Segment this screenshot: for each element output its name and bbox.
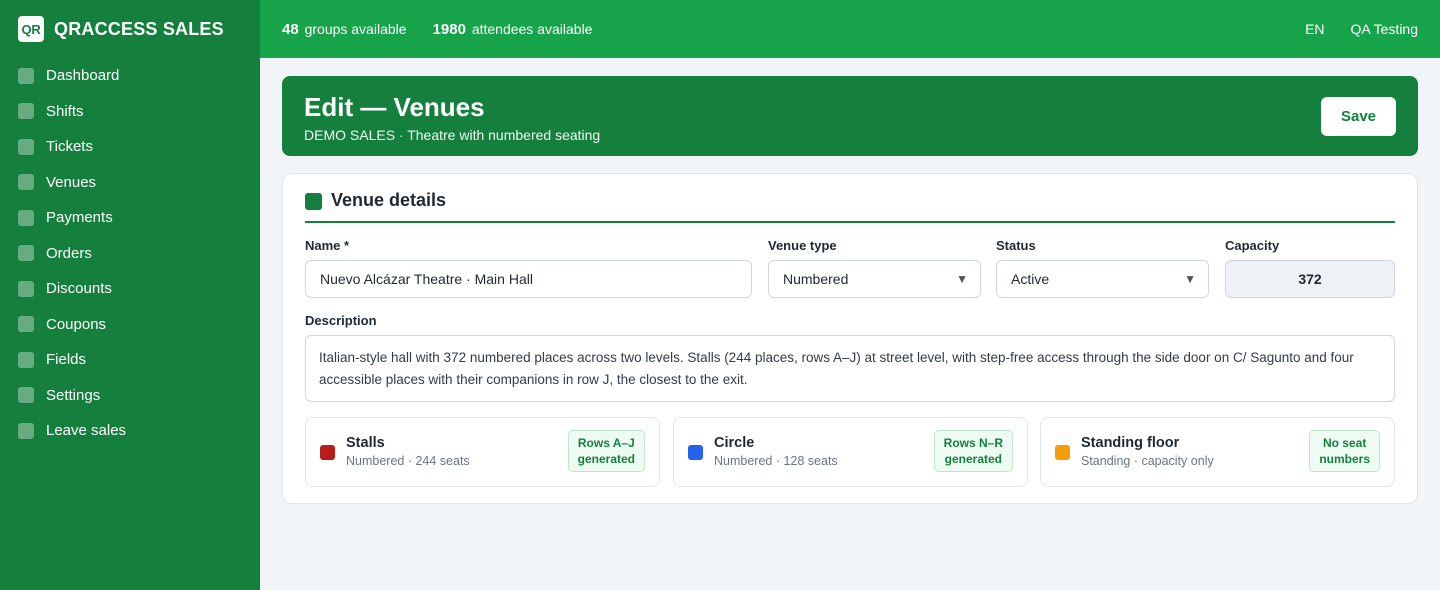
zone-status-badge: No seat numbers bbox=[1309, 430, 1380, 472]
badge-line: generated bbox=[577, 452, 635, 466]
chevron-down-icon: ▼ bbox=[956, 272, 968, 286]
sidebar-item-dashboard[interactable]: Dashboard bbox=[0, 58, 260, 94]
attendees-count: 1980 bbox=[432, 20, 466, 38]
page-title: Edit — Venues bbox=[304, 92, 485, 122]
zone-meta: Numbered · 244 seats bbox=[346, 454, 470, 468]
venue-type-field-group: Venue type Numbered ▼ bbox=[768, 238, 981, 298]
zone-meta: Standing · capacity only bbox=[1081, 454, 1214, 468]
sidebar-item-label: Discounts bbox=[46, 280, 112, 298]
discounts-icon bbox=[18, 280, 34, 297]
topbar: 48 groups available 1980 attendees avail… bbox=[260, 0, 1440, 58]
sidebar-item-label: Payments bbox=[46, 209, 113, 227]
sidebar-item-label: Settings bbox=[46, 386, 101, 404]
badge-line: numbers bbox=[1319, 452, 1370, 466]
user-menu[interactable]: QA Testing bbox=[1351, 21, 1418, 37]
brand[interactable]: QR QRACCESS SALES bbox=[0, 0, 260, 58]
badge-line: generated bbox=[944, 452, 1002, 466]
sidebar-item-label: Orders bbox=[46, 244, 92, 262]
section-title: Venue details bbox=[331, 190, 447, 210]
description-field-group: Description Italian-style hall with 372 … bbox=[305, 313, 1395, 402]
name-field-group: Name * bbox=[305, 238, 752, 298]
sidebar-item-orders[interactable]: Orders bbox=[0, 236, 260, 272]
attendees-stat: 1980 attendees available bbox=[433, 21, 593, 38]
sidebar-item-settings[interactable]: Settings bbox=[0, 378, 260, 414]
sidebar-item-label: Fields bbox=[46, 351, 87, 369]
zone-card-circle[interactable]: Circle Numbered · 128 seats Rows N–R gene… bbox=[673, 417, 1028, 487]
sidebar-item-payments[interactable]: Payments bbox=[0, 200, 260, 236]
zone-name: Standing floor bbox=[1081, 435, 1180, 451]
capacity-label: Capacity bbox=[1225, 238, 1280, 253]
description-label: Description bbox=[305, 313, 377, 328]
language-switch[interactable]: EN bbox=[1305, 21, 1324, 37]
sidebar-item-shifts[interactable]: Shifts bbox=[0, 94, 260, 130]
venue-icon bbox=[305, 193, 322, 210]
fields-icon bbox=[18, 351, 34, 368]
name-input[interactable] bbox=[305, 260, 752, 298]
sidebar-item-label: Shifts bbox=[46, 102, 84, 120]
venue-type-value: Numbered bbox=[783, 271, 849, 287]
sidebar-item-label: Venues bbox=[46, 173, 97, 191]
payments-icon bbox=[18, 209, 34, 226]
sidebar-item-label: Dashboard bbox=[46, 67, 120, 85]
badge-line: Rows A–J bbox=[577, 436, 635, 450]
venue-details-card: Venue details Name * Venue type Numbered… bbox=[282, 173, 1418, 504]
zone-meta: Numbered · 128 seats bbox=[714, 454, 838, 468]
groups-stat: 48 groups available bbox=[282, 21, 407, 38]
sidebar-item-coupons[interactable]: Coupons bbox=[0, 307, 260, 343]
tickets-icon bbox=[18, 138, 34, 155]
sidebar-item-tickets[interactable]: Tickets bbox=[0, 129, 260, 165]
zone-status-badge: Rows A–J generated bbox=[567, 430, 645, 472]
chevron-down-icon: ▼ bbox=[1184, 272, 1196, 286]
status-field-group: Status Active ▼ bbox=[996, 238, 1209, 298]
status-select[interactable]: Active ▼ bbox=[996, 260, 1209, 298]
badge-line: Rows N–R bbox=[943, 436, 1003, 450]
qr-logo-icon: QR bbox=[18, 16, 44, 42]
description-textarea[interactable]: Italian-style hall with 372 numbered pla… bbox=[305, 335, 1395, 402]
badge-line: No seat bbox=[1322, 436, 1367, 450]
venues-icon bbox=[18, 174, 34, 191]
sidebar: QR QRACCESS SALES Dashboard Shifts Ticke… bbox=[0, 0, 260, 590]
sidebar-item-label: Tickets bbox=[46, 138, 93, 156]
orders-icon bbox=[18, 245, 34, 262]
zone-name: Circle bbox=[714, 435, 755, 451]
zone-color-swatch bbox=[688, 445, 703, 460]
zone-color-swatch bbox=[320, 445, 335, 460]
zone-status-badge: Rows N–R generated bbox=[933, 430, 1013, 472]
leave-icon bbox=[18, 422, 34, 439]
zone-color-swatch bbox=[1055, 445, 1070, 460]
page-subtitle: DEMO SALES · Theatre with numbered seati… bbox=[304, 127, 601, 143]
capacity-value: 372 bbox=[1225, 260, 1395, 298]
page-header: Edit — Venues DEMO SALES · Theatre with … bbox=[282, 76, 1418, 156]
shifts-icon bbox=[18, 103, 34, 120]
sidebar-item-label: Leave sales bbox=[46, 422, 127, 440]
sidebar-item-label: Coupons bbox=[46, 315, 107, 333]
sidebar-item-fields[interactable]: Fields bbox=[0, 342, 260, 378]
settings-icon bbox=[18, 387, 34, 404]
section-header: Venue details bbox=[305, 190, 1395, 223]
sidebar-item-venues[interactable]: Venues bbox=[0, 165, 260, 201]
status-value: Active bbox=[1011, 271, 1050, 287]
attendees-label: attendees available bbox=[471, 20, 593, 37]
zone-name: Stalls bbox=[346, 435, 385, 451]
groups-label: groups available bbox=[304, 20, 407, 37]
status-label: Status bbox=[996, 238, 1036, 253]
dashboard-icon bbox=[18, 67, 34, 84]
groups-count: 48 bbox=[282, 20, 299, 38]
sidebar-item-discounts[interactable]: Discounts bbox=[0, 271, 260, 307]
name-label: Name * bbox=[305, 238, 350, 253]
coupons-icon bbox=[18, 316, 34, 333]
sidebar-nav: Dashboard Shifts Tickets Venues Payments… bbox=[0, 58, 260, 449]
zone-card-standing-floor[interactable]: Standing floor Standing · capacity only … bbox=[1040, 417, 1395, 487]
save-button[interactable]: Save bbox=[1321, 97, 1396, 136]
zone-card-stalls[interactable]: Stalls Numbered · 244 seats Rows A–J gene… bbox=[305, 417, 660, 487]
capacity-field-group: Capacity 372 bbox=[1225, 238, 1395, 298]
sidebar-item-leave-sales[interactable]: Leave sales bbox=[0, 413, 260, 449]
brand-name: QRACCESS SALES bbox=[54, 18, 224, 39]
venue-type-select[interactable]: Numbered ▼ bbox=[768, 260, 981, 298]
venue-type-label: Venue type bbox=[768, 238, 837, 253]
